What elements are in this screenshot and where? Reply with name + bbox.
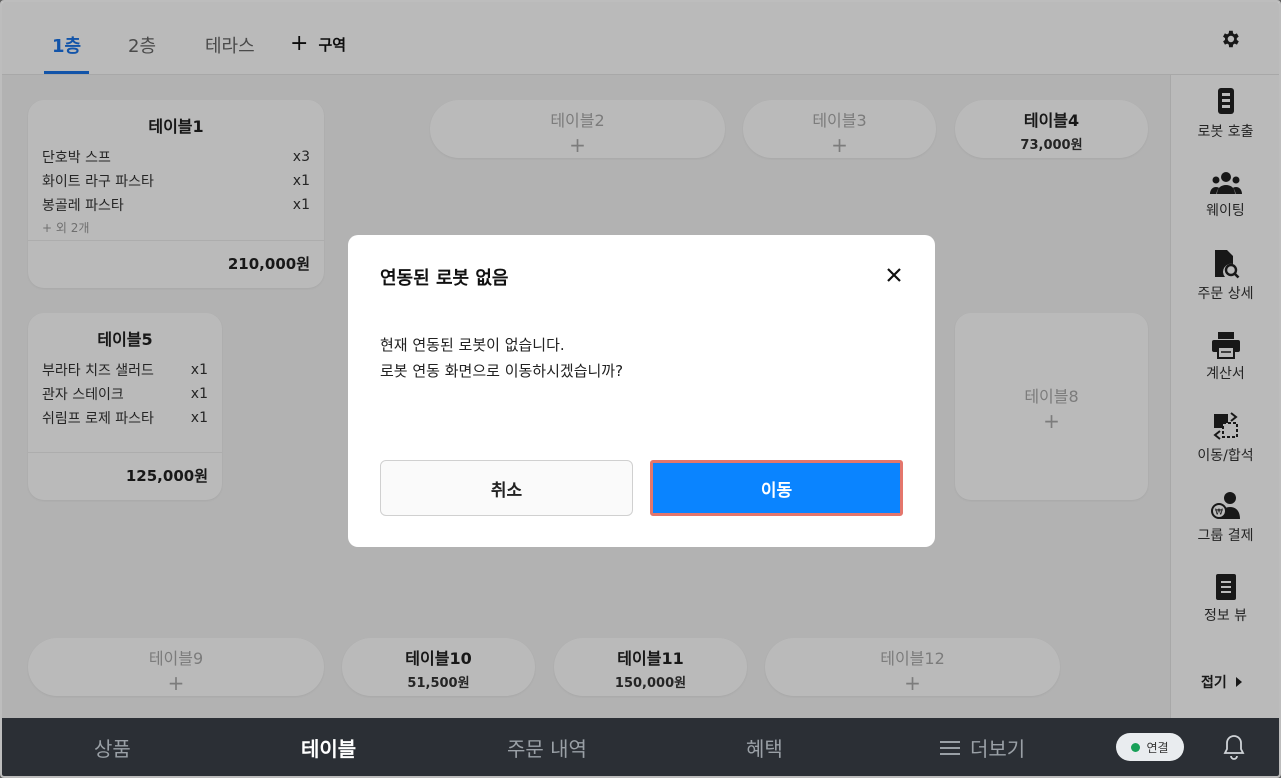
dialog-title: 연동된 로봇 없음 bbox=[380, 268, 509, 289]
nav-more[interactable]: 더보기 bbox=[940, 733, 1025, 762]
nav-benefits[interactable]: 혜택 bbox=[746, 733, 783, 762]
no-robot-dialog: 연동된 로봇 없음 현재 연동된 로봇이 없습니다. 로봇 연동 화면으로 이동… bbox=[348, 235, 935, 547]
dialog-message-line: 로봇 연동 화면으로 이동하시겠습니까? bbox=[380, 362, 624, 380]
nav-more-label: 더보기 bbox=[970, 737, 1026, 761]
menu-icon bbox=[940, 740, 960, 755]
app-window: 1층 2층 테라스 + 구역 테이블1 단호박 스프 x3 화이트 라구 파스타 x… bbox=[0, 0, 1281, 778]
bell-icon[interactable] bbox=[1222, 734, 1246, 760]
connection-status-badge: 연결 bbox=[1116, 733, 1184, 761]
bottom-nav: 상품 테이블 주문 내역 혜택 더보기 연결 bbox=[2, 718, 1279, 776]
connection-label: 연결 bbox=[1146, 740, 1169, 755]
status-dot-icon bbox=[1131, 742, 1141, 752]
close-icon[interactable] bbox=[884, 265, 904, 285]
dialog-message: 현재 연동된 로봇이 없습니다. 로봇 연동 화면으로 이동하시겠습니까? bbox=[380, 332, 623, 384]
nav-products[interactable]: 상품 bbox=[94, 733, 131, 762]
cancel-button[interactable]: 취소 bbox=[380, 460, 633, 516]
move-button[interactable]: 이동 bbox=[650, 460, 903, 516]
dialog-message-line: 현재 연동된 로봇이 없습니다. bbox=[380, 336, 565, 354]
nav-tables[interactable]: 테이블 bbox=[301, 733, 356, 762]
nav-order-history[interactable]: 주문 내역 bbox=[507, 733, 587, 762]
